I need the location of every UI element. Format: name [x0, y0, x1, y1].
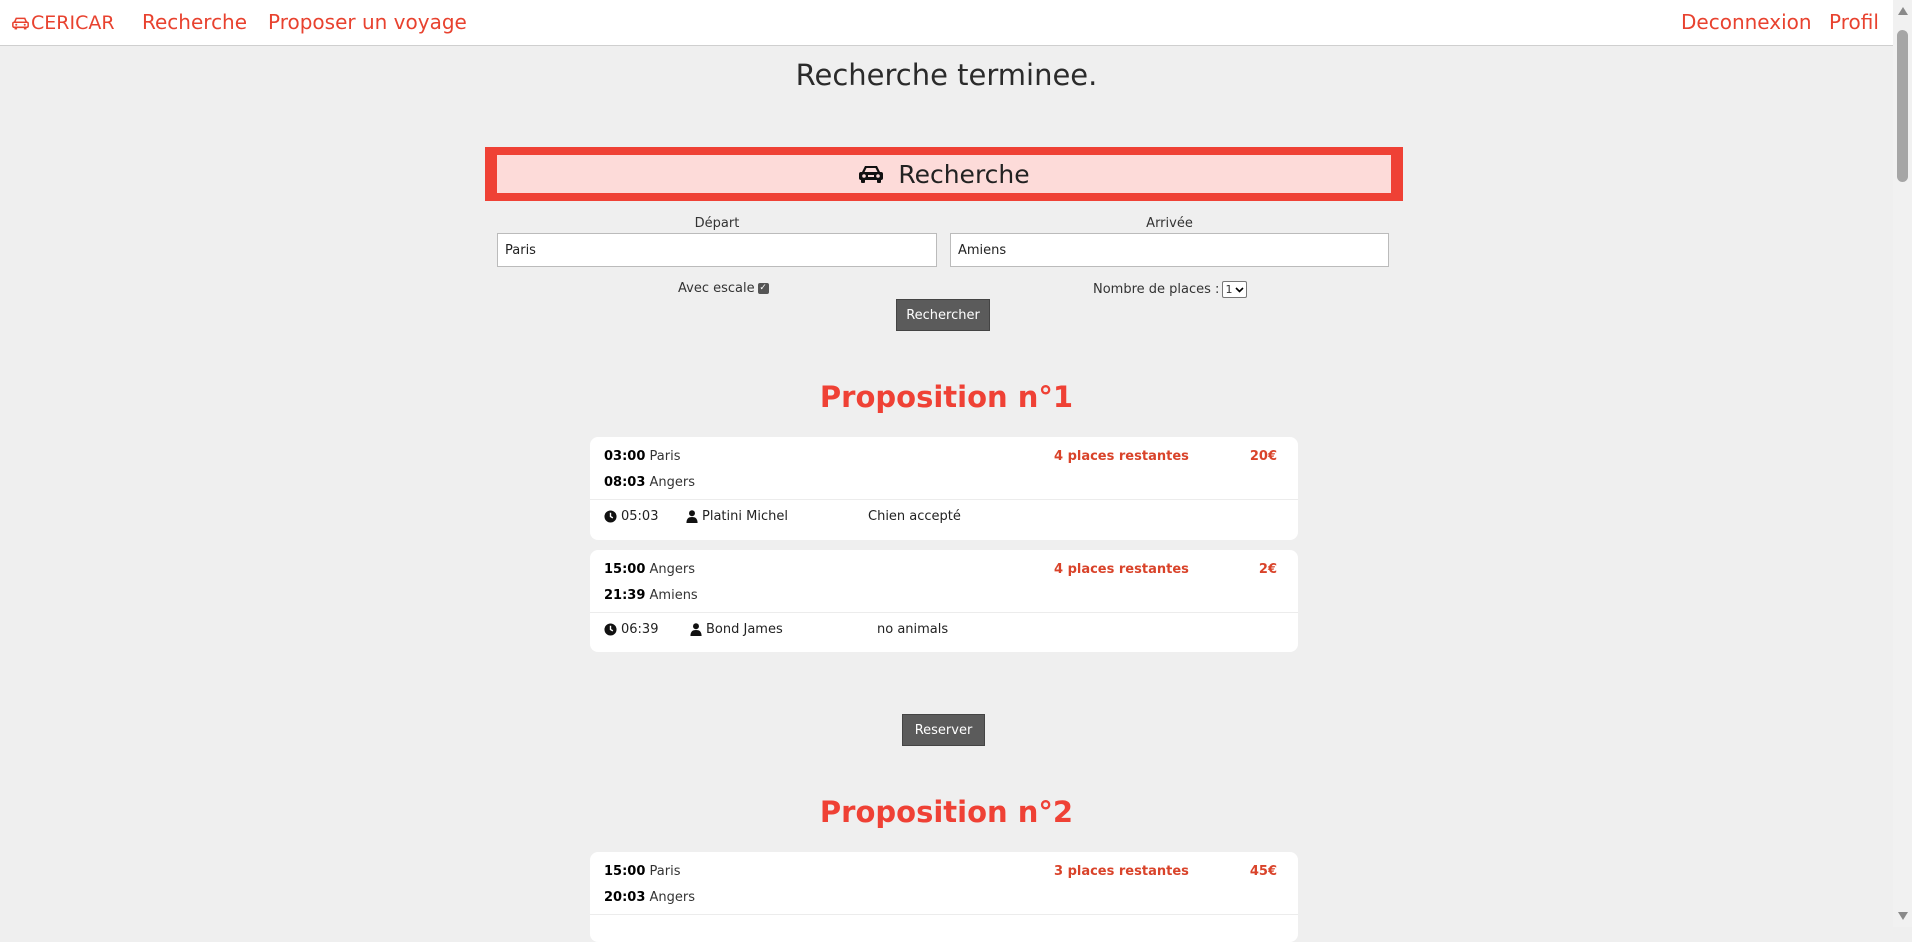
trip-duration: 05:03: [604, 509, 658, 524]
search-header: Recherche: [485, 147, 1403, 201]
escale-label: Avec escale: [678, 281, 755, 296]
nav-link-recherche[interactable]: Recherche: [142, 10, 247, 34]
arrival-city: Angers: [649, 890, 696, 905]
navbar: CERICAR Recherche Proposer un voyage Dec…: [0, 0, 1893, 46]
places-select-value: 1: [1225, 283, 1233, 296]
arrivee-label: Arrivée: [1146, 216, 1193, 231]
departure-city: Paris: [649, 449, 681, 464]
trip-card[interactable]: 15:00 Angers 4 places restantes 2€ 21:39…: [590, 550, 1298, 652]
scrollbar[interactable]: [1893, 0, 1912, 927]
user-icon: [690, 623, 702, 636]
arrival-time: 20:03: [604, 890, 646, 905]
duration-value: 06:39: [621, 622, 659, 637]
departure-city: Paris: [649, 864, 681, 879]
card-divider: [590, 499, 1298, 500]
trip-price: 2€: [1258, 562, 1277, 577]
trip-departure: 03:00 Paris: [604, 449, 680, 464]
arrivee-input[interactable]: [950, 233, 1389, 267]
places-select[interactable]: 1: [1222, 281, 1248, 298]
driver-name: Platini Michel: [702, 509, 788, 524]
escale-checkbox[interactable]: ✓: [757, 283, 769, 294]
scroll-down-arrow-icon[interactable]: [1898, 912, 1908, 920]
depart-label: Départ: [694, 216, 740, 231]
departure-time: 15:00: [604, 562, 646, 577]
places-remaining: 3 places restantes: [1054, 864, 1189, 879]
user-icon: [686, 510, 698, 523]
trip-card[interactable]: 03:00 Paris 4 places restantes 20€ 08:03…: [590, 437, 1298, 540]
places-remaining: 4 places restantes: [1054, 562, 1189, 577]
card-divider: [590, 612, 1298, 613]
trip-price: 45€: [1249, 864, 1277, 879]
departure-time: 03:00: [604, 449, 646, 464]
car-icon: [12, 17, 29, 29]
reserve-button[interactable]: Reserver: [902, 714, 985, 746]
places-label: Nombre de places :: [1093, 282, 1220, 297]
places-remaining: 4 places restantes: [1054, 449, 1189, 464]
nav-link-profil[interactable]: Profil: [1829, 10, 1879, 34]
trip-driver: Bond James: [690, 622, 783, 637]
brand-logo[interactable]: CERICAR: [12, 12, 115, 34]
arrival-city: Amiens: [649, 588, 698, 603]
trip-arrival: 08:03 Angers: [604, 475, 695, 490]
search-button[interactable]: Rechercher: [896, 299, 990, 331]
arrival-city: Angers: [649, 475, 696, 490]
check-icon: ✓: [759, 283, 767, 293]
trip-arrival: 21:39 Amiens: [604, 588, 698, 603]
duration-value: 05:03: [621, 509, 659, 524]
trip-departure: 15:00 Paris: [604, 864, 680, 879]
nav-link-proposer[interactable]: Proposer un voyage: [268, 10, 467, 34]
clock-icon: [604, 623, 617, 636]
page-title: Recherche terminee.: [795, 58, 1098, 92]
card-divider: [590, 914, 1298, 915]
places-option: Nombre de places : 1: [1093, 281, 1248, 298]
proposition-2-title: Proposition n°2: [819, 795, 1074, 829]
trip-arrival: 20:03 Angers: [604, 890, 695, 905]
scroll-up-arrow-icon[interactable]: [1898, 7, 1908, 15]
trip-departure: 15:00 Angers: [604, 562, 695, 577]
car-icon: [859, 166, 884, 183]
scroll-thumb[interactable]: [1897, 30, 1908, 182]
search-heading: Recherche: [898, 159, 1030, 189]
trip-duration: 06:39: [604, 622, 658, 637]
arrival-time: 21:39: [604, 588, 646, 603]
trip-price: 20€: [1249, 449, 1277, 464]
departure-city: Angers: [649, 562, 696, 577]
trip-note: Chien accepté: [868, 509, 961, 524]
arrival-time: 08:03: [604, 475, 646, 490]
trip-driver: Platini Michel: [686, 509, 788, 524]
trip-note: no animals: [877, 622, 949, 637]
trip-card[interactable]: 15:00 Paris 3 places restantes 45€ 20:03…: [590, 852, 1298, 942]
departure-time: 15:00: [604, 864, 646, 879]
clock-icon: [604, 510, 617, 523]
depart-input[interactable]: [497, 233, 937, 267]
escale-option[interactable]: Avec escale ✓: [678, 281, 769, 296]
brand-name: CERICAR: [31, 12, 115, 34]
search-header-inner: Recherche: [497, 155, 1391, 193]
nav-link-deconnexion[interactable]: Deconnexion: [1681, 10, 1812, 34]
driver-name: Bond James: [706, 622, 783, 637]
chevron-down-icon: [1235, 286, 1245, 293]
proposition-1-title: Proposition n°1: [819, 380, 1074, 414]
